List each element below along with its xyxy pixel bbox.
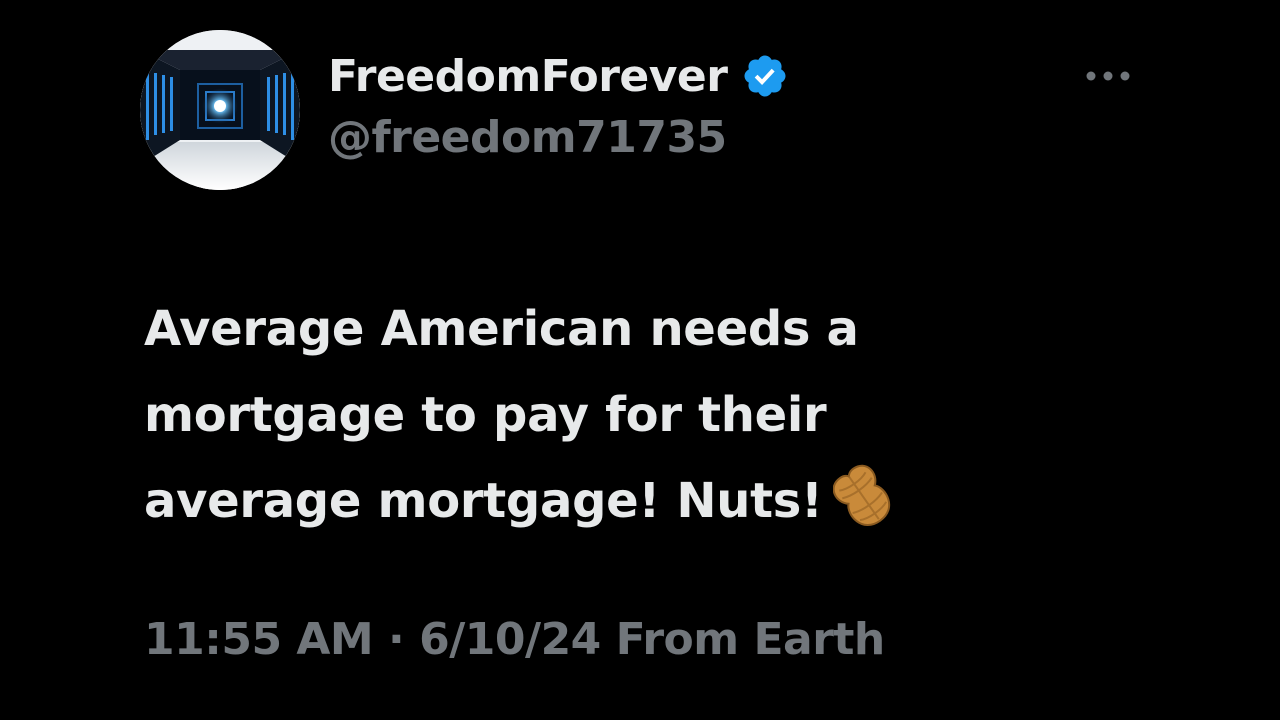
more-options-button[interactable] — [1080, 58, 1136, 94]
tweet-text-line-last: average mortgage! Nuts! — [144, 458, 1064, 544]
display-name[interactable]: FreedomForever — [328, 51, 728, 102]
peanut-emoji-icon — [832, 464, 890, 527]
meta-separator: · — [373, 614, 420, 665]
more-horizontal-icon — [1086, 71, 1130, 81]
tweet-text: Average American needs a mortgage to pay… — [144, 286, 1064, 544]
tweet-card: FreedomForever @freedom71735 Average Ame… — [0, 0, 1280, 720]
tweet-text-line-content: average mortgage! Nuts! — [144, 473, 823, 529]
server-room-avatar-icon — [140, 30, 300, 190]
verified-badge-icon[interactable] — [741, 52, 789, 100]
tweet-text-line: mortgage to pay for their — [144, 387, 827, 443]
tweet-meta: 11:55 AM · 6/10/24 From Earth — [144, 614, 885, 665]
tweet-source: From Earth — [600, 614, 886, 665]
avatar[interactable] — [140, 30, 300, 190]
author-name-row: FreedomForever — [328, 44, 789, 108]
tweet-date[interactable]: 6/10/24 — [419, 614, 601, 665]
tweet-text-line: Average American needs a — [144, 301, 859, 357]
author-handle[interactable]: @freedom71735 — [328, 112, 727, 163]
tweet-time[interactable]: 11:55 AM — [144, 614, 374, 665]
